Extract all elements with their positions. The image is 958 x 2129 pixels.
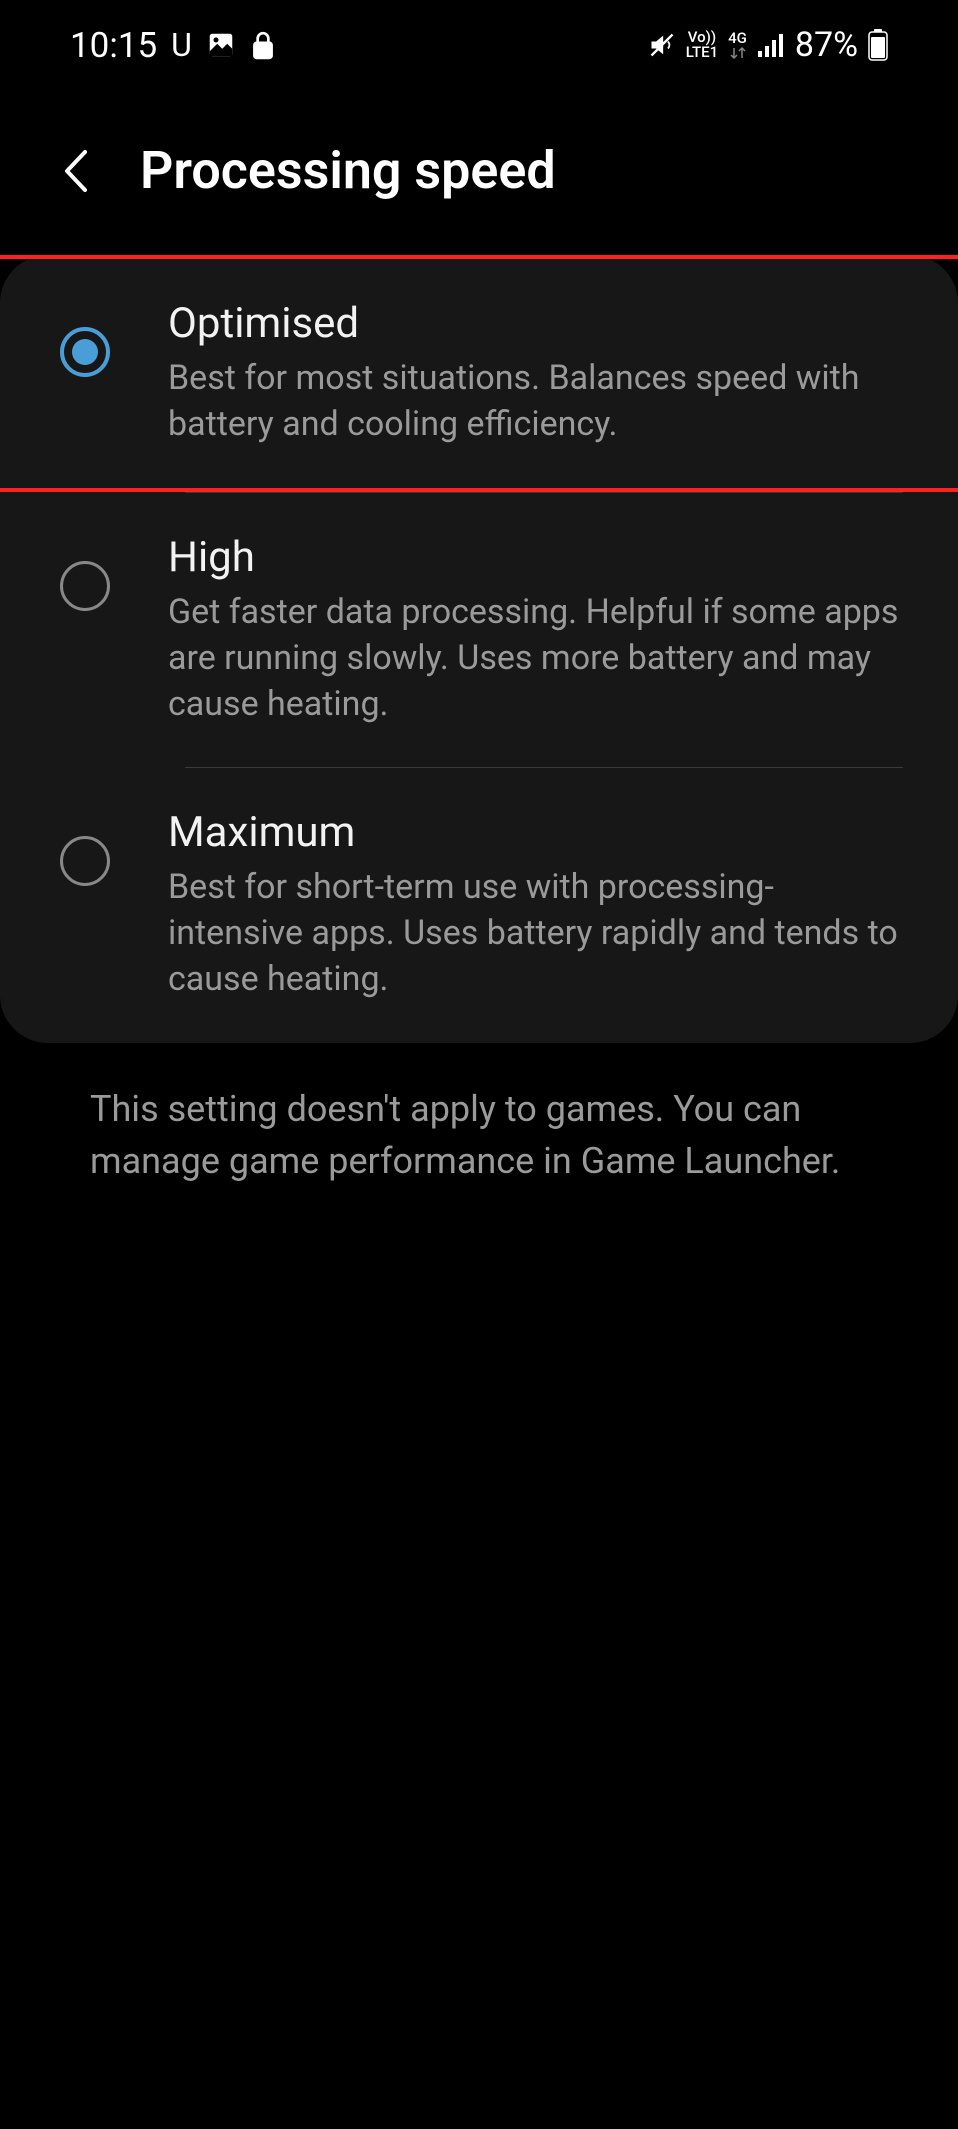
network-type-indicator: 4G [728,31,747,60]
mute-icon [648,31,676,59]
volte-indicator: Vo)) LTE1 [686,30,718,60]
back-button[interactable] [50,146,100,196]
option-description: Get faster data processing. Helpful if s… [168,590,903,728]
option-title: Maximum [168,808,903,857]
picture-icon [206,30,236,60]
option-title: Optimised [168,299,903,348]
option-maximum[interactable]: Maximum Best for short-term use with pro… [0,768,958,1043]
option-content: Maximum Best for short-term use with pro… [168,808,903,1003]
option-title: High [168,533,903,582]
u-indicator: U [171,26,192,64]
footer-note: This setting doesn't apply to games. You… [0,1043,958,1187]
radio-high[interactable] [60,561,110,611]
option-high[interactable]: High Get faster data processing. Helpful… [0,493,958,768]
signal-icon [757,33,785,57]
battery-percent: 87% [795,25,858,65]
radio-inner-icon [72,339,98,365]
option-description: Best for short-term use with processing-… [168,865,903,1003]
status-time: 10:15 [70,25,157,66]
option-content: Optimised Best for most situations. Bala… [168,299,903,448]
radio-maximum[interactable] [60,836,110,886]
status-left: 10:15 U [70,25,276,66]
radio-optimised[interactable] [60,327,110,377]
page-title: Processing speed [140,140,556,201]
option-content: High Get faster data processing. Helpful… [168,533,903,728]
status-bar: 10:15 U Vo)) LTE1 4G 87% [0,0,958,90]
chevron-left-icon [60,147,90,195]
status-right: Vo)) LTE1 4G 87% [648,25,888,65]
battery-icon [868,29,888,61]
option-optimised[interactable]: Optimised Best for most situations. Bala… [0,255,958,492]
header: Processing speed [0,90,958,251]
options-card: Optimised Best for most situations. Bala… [0,255,958,1043]
option-description: Best for most situations. Balances speed… [168,356,903,448]
lock-icon [250,30,276,60]
